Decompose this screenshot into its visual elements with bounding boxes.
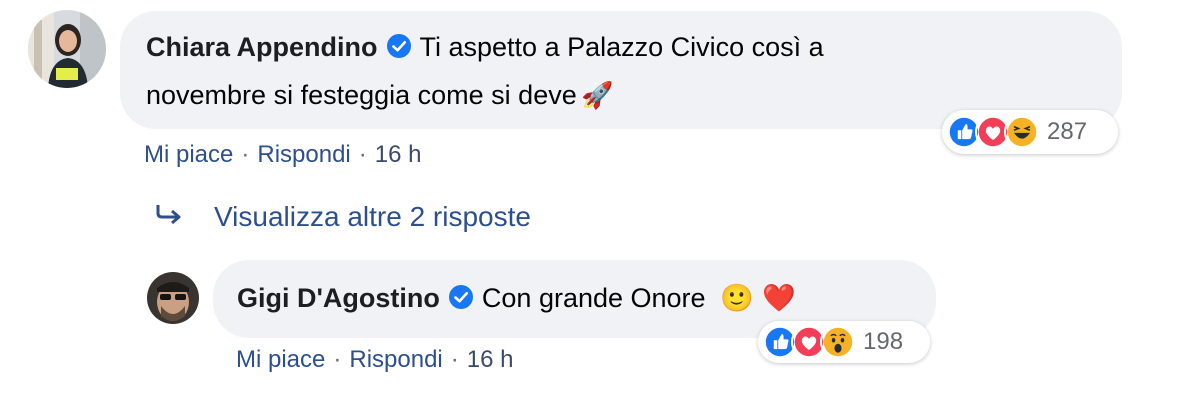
reply-reaction-count: 198 bbox=[863, 328, 904, 355]
avatar-gigi-dagostino[interactable] bbox=[147, 272, 199, 324]
separator-dot: · bbox=[333, 346, 342, 373]
reply-reactions[interactable]: 198 bbox=[758, 321, 930, 363]
like-button[interactable]: Mi piace bbox=[236, 346, 325, 373]
view-more-replies-link[interactable]: Visualizza altre 2 risposte bbox=[154, 201, 531, 233]
separator-dot: · bbox=[358, 141, 367, 168]
reply-arrow-icon bbox=[154, 201, 188, 233]
comment-author[interactable]: Chiara Appendino bbox=[146, 32, 378, 62]
reply-button[interactable]: Rispondi bbox=[349, 346, 442, 373]
comment-actions: Mi piace · Rispondi · 16 h bbox=[144, 141, 421, 169]
avatar-chiara-appendino[interactable] bbox=[28, 10, 106, 88]
reply-author[interactable]: Gigi D'Agostino bbox=[237, 283, 440, 313]
rocket-emoji: 🚀 bbox=[581, 80, 614, 110]
timestamp[interactable]: 16 h bbox=[375, 141, 422, 168]
comment-reactions[interactable]: 287 bbox=[942, 110, 1118, 154]
view-more-replies-label[interactable]: Visualizza altre 2 risposte bbox=[214, 201, 531, 232]
separator-dot: · bbox=[450, 346, 459, 373]
reply-button[interactable]: Rispondi bbox=[257, 141, 350, 168]
verified-badge-icon bbox=[386, 33, 412, 75]
timestamp[interactable]: 16 h bbox=[467, 346, 514, 373]
reply-text: Con grande Onore bbox=[481, 283, 706, 313]
verified-badge-icon bbox=[448, 284, 474, 326]
comment-text-line1: Ti aspetto a Palazzo Civico così a bbox=[419, 32, 824, 62]
comment-reaction-count: 287 bbox=[1047, 118, 1088, 145]
like-button[interactable]: Mi piace bbox=[144, 141, 233, 168]
smile-emoji: 🙂 bbox=[720, 283, 754, 313]
wow-icon bbox=[820, 324, 856, 360]
comment-text-line2: novembre si festeggia come si deve bbox=[146, 80, 577, 110]
haha-icon bbox=[1004, 114, 1040, 150]
separator-dot: · bbox=[241, 141, 250, 168]
reply-actions: Mi piace · Rispondi · 16 h bbox=[236, 346, 513, 374]
heart-emoji: ❤️ bbox=[762, 283, 796, 313]
